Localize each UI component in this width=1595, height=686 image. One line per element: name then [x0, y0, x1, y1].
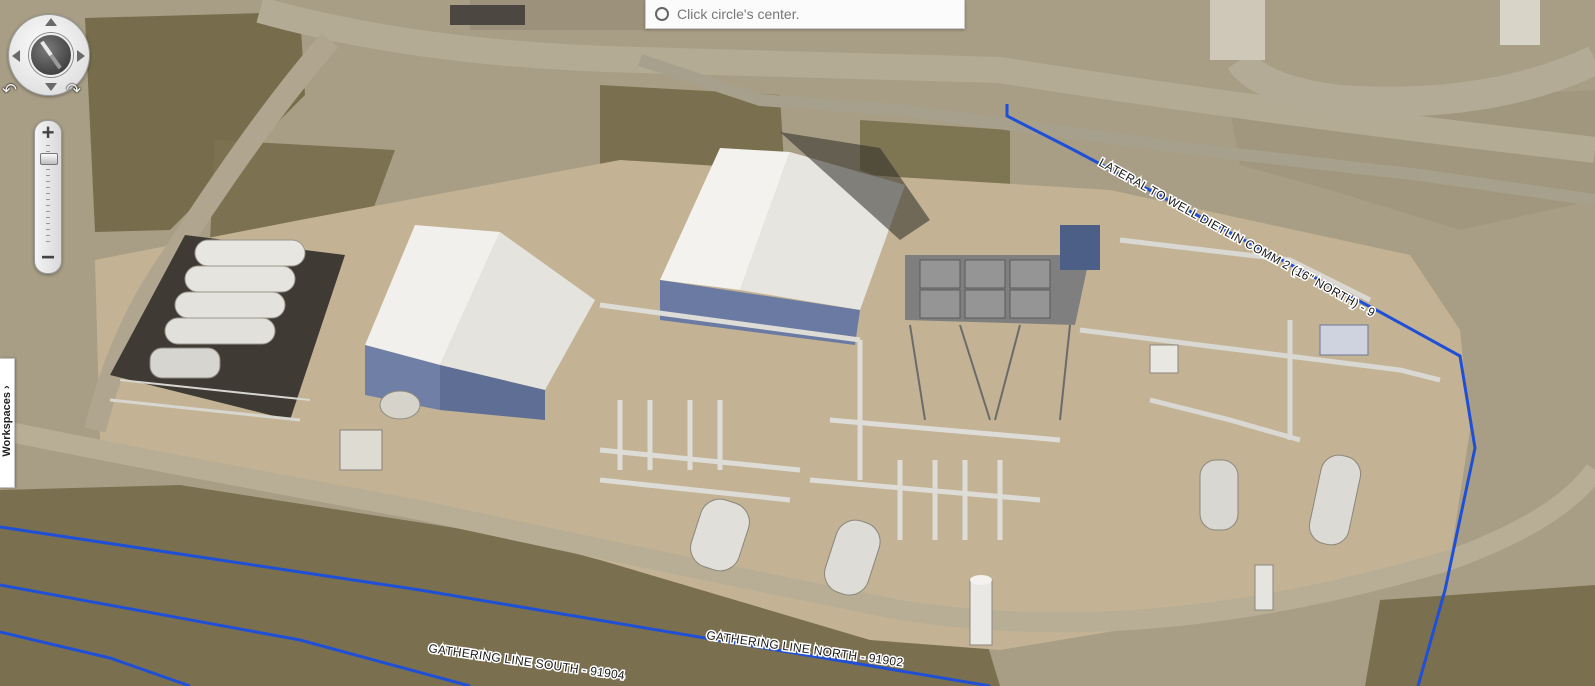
instruction-toast: Click circle's center.	[645, 0, 965, 29]
east-unit	[1319, 324, 1369, 356]
map-viewport[interactable]: LATERAL TO WELL DIETLIN COMM 2 (16" NORT…	[0, 0, 1595, 686]
stack-vessel	[969, 579, 993, 646]
workspaces-label: Workspaces ›	[1, 385, 13, 457]
zoom-in-button[interactable]: +	[35, 122, 61, 144]
zoom-out-button[interactable]: −	[35, 246, 61, 270]
pan-right-icon[interactable]	[77, 50, 85, 62]
instruction-text: Click circle's center.	[677, 6, 800, 22]
workspaces-tab[interactable]: Workspaces ›	[0, 358, 15, 488]
shed	[339, 429, 383, 471]
pan-left-icon[interactable]	[12, 50, 20, 62]
east-shed	[1149, 344, 1179, 374]
pan-down-icon[interactable]	[45, 83, 57, 91]
aerial-map[interactable]: LATERAL TO WELL DIETLIN COMM 2 (16" NORT…	[0, 0, 1595, 686]
pan-up-icon[interactable]	[45, 18, 57, 26]
compass-icon[interactable]	[29, 33, 73, 77]
compass-needle	[40, 40, 62, 70]
structure-top-right	[1500, 0, 1540, 45]
chevron-down-icon: ›	[1, 385, 13, 389]
grass-field-se	[1365, 585, 1595, 686]
rotate-cw-icon[interactable]: ↷	[66, 81, 88, 99]
trailer-top	[450, 5, 525, 25]
zoom-thumb[interactable]	[40, 152, 58, 165]
small-vessel	[1254, 564, 1274, 611]
rotate-ccw-icon[interactable]: ↶	[2, 81, 24, 99]
radio-circle-icon	[655, 7, 669, 21]
stack-vessel-top	[970, 575, 992, 585]
tank-pad-top	[1210, 0, 1265, 60]
zoom-slider[interactable]: + −	[34, 120, 62, 274]
round-tank	[379, 390, 421, 420]
blue-unit	[1060, 225, 1100, 270]
